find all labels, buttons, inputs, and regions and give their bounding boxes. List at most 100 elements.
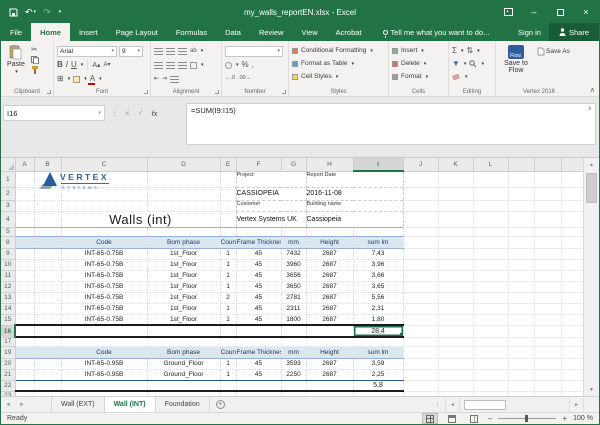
col-header-A[interactable]: A <box>15 158 34 171</box>
cell-blank[interactable] <box>561 270 585 281</box>
cell-J10[interactable] <box>403 259 438 270</box>
cell-A4[interactable] <box>15 211 34 227</box>
save-icon[interactable] <box>9 8 18 17</box>
cell-J13[interactable] <box>403 292 438 303</box>
cell-blank[interactable] <box>534 211 561 227</box>
cell-E16[interactable] <box>220 325 236 337</box>
cell-G20[interactable]: 3593 <box>281 358 306 369</box>
cell-blank[interactable] <box>534 171 561 187</box>
cell-blank[interactable] <box>561 200 585 211</box>
cell-B19[interactable] <box>34 346 61 358</box>
cell-F12[interactable]: 45 <box>236 281 281 292</box>
cell-L21[interactable] <box>473 369 508 380</box>
cell-D2[interactable] <box>147 187 220 200</box>
cell-blank[interactable] <box>561 380 585 391</box>
cell-G13[interactable]: 2781 <box>281 292 306 303</box>
col-header-C[interactable]: C <box>61 158 147 171</box>
cell-blank[interactable] <box>508 325 534 337</box>
cell-C5[interactable] <box>61 227 147 236</box>
cell-I5[interactable] <box>353 227 403 236</box>
cell-A20[interactable] <box>15 358 34 369</box>
cell-A9[interactable] <box>15 248 34 259</box>
cell-blank[interactable] <box>534 187 561 200</box>
cell-C8[interactable]: Code <box>61 236 147 248</box>
ribbon-tab-page-layout[interactable]: Page Layout <box>107 23 167 41</box>
cell-blank[interactable] <box>508 303 534 314</box>
cell-F1[interactable]: Project <box>236 171 306 187</box>
cell-blank[interactable] <box>561 211 585 227</box>
align-middle-icon[interactable] <box>166 48 175 55</box>
ribbon-tab-file[interactable]: File <box>1 23 31 41</box>
cell-I9[interactable]: 7,43 <box>353 248 403 259</box>
cell-F21[interactable]: 45 <box>236 369 281 380</box>
cell-blank[interactable] <box>508 369 534 380</box>
cell-E14[interactable]: 1 <box>220 303 236 314</box>
cell-K5[interactable] <box>438 227 473 236</box>
page-layout-view-button[interactable] <box>444 413 460 424</box>
paste-button[interactable]: Paste ▾ <box>4 44 28 76</box>
increase-decimal-button[interactable]: ←.0 <box>225 76 235 82</box>
cell-C14[interactable]: INT-65-0.75B <box>61 303 147 314</box>
cell-F17[interactable] <box>236 337 281 346</box>
cell-F14[interactable]: 45 <box>236 303 281 314</box>
bold-button[interactable]: B <box>57 61 63 69</box>
cell-E8[interactable]: Count <box>220 236 236 248</box>
cell-blank[interactable] <box>561 325 585 337</box>
cell-C2[interactable] <box>61 187 147 200</box>
maximize-button[interactable] <box>547 1 573 23</box>
cell-I12[interactable]: 3,65 <box>353 281 403 292</box>
cell-I19[interactable]: sum lm <box>353 346 403 358</box>
cell-E11[interactable]: 1 <box>220 270 236 281</box>
find-select-icon[interactable] <box>469 60 477 68</box>
cell-blank[interactable] <box>561 281 585 292</box>
cell-D1[interactable] <box>147 171 220 187</box>
format-as-table-button[interactable]: Format as Table <box>301 60 347 67</box>
cell-K9[interactable] <box>438 248 473 259</box>
ribbon-tab-data[interactable]: Data <box>216 23 250 41</box>
cell-D5[interactable] <box>147 227 220 236</box>
row-header-19[interactable]: 19 <box>1 346 15 358</box>
cell-H5[interactable] <box>306 227 353 236</box>
cell-E4[interactable] <box>220 211 236 227</box>
cell-K12[interactable] <box>438 281 473 292</box>
ribbon-tab-view[interactable]: View <box>293 23 327 41</box>
cell-C12[interactable]: INT-65-0.75B <box>61 281 147 292</box>
cell-H8[interactable]: Height <box>306 236 353 248</box>
percent-style-button[interactable]: % <box>242 61 249 69</box>
cell-F5[interactable] <box>236 227 281 236</box>
ribbon-display-options-button[interactable] <box>495 1 521 23</box>
col-header-K[interactable]: K <box>438 158 473 171</box>
cell-C17[interactable] <box>61 337 147 346</box>
cell-A8[interactable] <box>15 236 34 248</box>
align-right-icon[interactable] <box>178 62 187 69</box>
cell-F19[interactable]: Frame Thickness: <box>236 346 281 358</box>
cell-D16[interactable] <box>147 325 220 337</box>
cell-L9[interactable] <box>473 248 508 259</box>
align-center-icon[interactable] <box>166 62 175 69</box>
cell-C3[interactable] <box>61 200 147 211</box>
row-header-11[interactable]: 11 <box>1 270 15 281</box>
cell-E20[interactable]: 1 <box>220 358 236 369</box>
format-cells-button[interactable]: Format <box>401 73 422 80</box>
cell-blank[interactable] <box>508 211 534 227</box>
cell-blank[interactable] <box>561 248 585 259</box>
row-header-16[interactable]: 16 <box>1 325 15 337</box>
cell-F22[interactable] <box>236 380 281 391</box>
save-to-flow-button[interactable]: Flow. Save to Flow <box>499 44 533 75</box>
zoom-out-button[interactable]: – <box>488 414 492 423</box>
cell-A16[interactable] <box>15 325 34 337</box>
redo-button[interactable]: ↷ <box>43 8 51 17</box>
italic-button[interactable]: I <box>66 61 68 69</box>
cell-blank[interactable] <box>561 303 585 314</box>
comma-style-button[interactable]: , <box>252 61 254 69</box>
scroll-left-icon[interactable]: ◄ <box>445 398 459 412</box>
row-header-14[interactable]: 14 <box>1 303 15 314</box>
cell-B13[interactable] <box>34 292 61 303</box>
cell-D17[interactable] <box>147 337 220 346</box>
cell-I16[interactable]: 28,4 <box>353 325 403 337</box>
cell-blank[interactable] <box>561 171 585 187</box>
row-header-4[interactable]: 4 <box>1 211 15 227</box>
cell-H14[interactable]: 2687 <box>306 303 353 314</box>
cell-blank[interactable] <box>508 259 534 270</box>
cell-B1[interactable] <box>34 171 61 187</box>
